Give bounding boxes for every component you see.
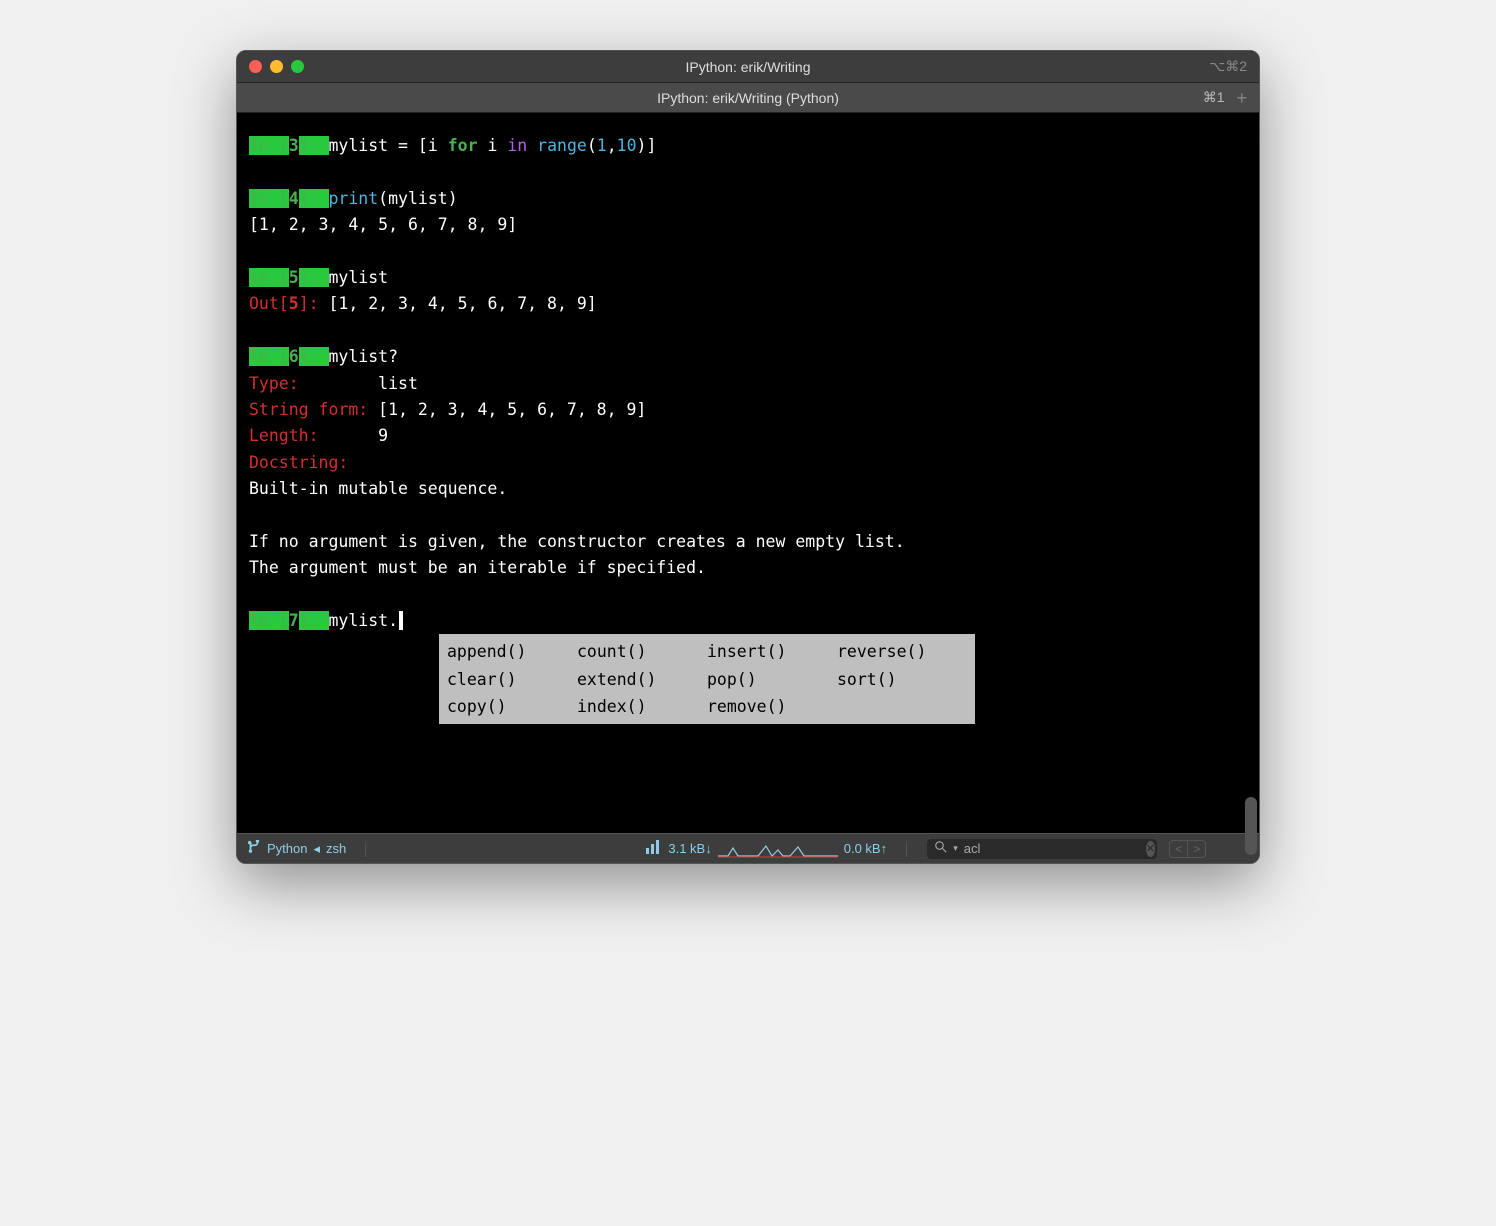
- tabbar: IPython: erik/Writing (Python) ⌘1 +: [237, 83, 1259, 113]
- minimize-button[interactable]: [270, 60, 283, 73]
- network-stats: 3.1 kB↓ 0.0 kB↑: [646, 840, 887, 858]
- window-title: IPython: erik/Writing: [237, 59, 1259, 75]
- output-4: [1, 2, 3, 4, 5, 6, 7, 8, 9]: [249, 212, 1247, 238]
- titlebar[interactable]: IPython: erik/Writing ⌥⌘2: [237, 51, 1259, 83]
- completion-item[interactable]: pop(): [707, 666, 837, 693]
- tab-label[interactable]: IPython: erik/Writing (Python): [237, 90, 1259, 106]
- completion-item[interactable]: copy(): [447, 693, 577, 720]
- window-shortcut: ⌥⌘2: [1209, 58, 1247, 75]
- search-prev-button[interactable]: <: [1170, 841, 1188, 857]
- traffic-lights: [249, 60, 304, 73]
- branch-icon: [247, 840, 261, 857]
- divider: │: [903, 841, 911, 856]
- clear-search-button[interactable]: ✕: [1146, 841, 1155, 857]
- completion-item[interactable]: append(): [447, 638, 577, 665]
- terminal-window: IPython: erik/Writing ⌥⌘2 IPython: erik/…: [236, 50, 1260, 864]
- completion-item[interactable]: index(): [577, 693, 707, 720]
- new-tab-button[interactable]: +: [1236, 89, 1247, 107]
- completion-item[interactable]: reverse(): [837, 638, 967, 665]
- scrollbar[interactable]: [1245, 797, 1257, 855]
- search-bar[interactable]: ▾ ✕: [927, 839, 1157, 859]
- search-input[interactable]: [964, 841, 1140, 856]
- search-icon: [935, 841, 947, 856]
- close-button[interactable]: [249, 60, 262, 73]
- statusbar: Python ◂ zsh │ 3.1 kB↓ 0.0 kB↑ │ ▾: [237, 833, 1259, 863]
- prompt-close: ]:: [299, 136, 329, 155]
- prompt-in: In [: [249, 136, 289, 155]
- completion-item[interactable]: extend(): [577, 666, 707, 693]
- status-shell[interactable]: Python ◂ zsh: [247, 840, 346, 857]
- completion-item[interactable]: sort(): [837, 666, 967, 693]
- completion-item[interactable]: count(): [577, 638, 707, 665]
- divider: │: [362, 841, 370, 856]
- completion-item[interactable]: clear(): [447, 666, 577, 693]
- prompt-num: 3: [289, 136, 299, 155]
- completion-item[interactable]: remove(): [707, 693, 837, 720]
- search-dropdown-icon[interactable]: ▾: [953, 843, 958, 854]
- zoom-button[interactable]: [291, 60, 304, 73]
- search-next-button[interactable]: >: [1188, 841, 1205, 857]
- terminal-content[interactable]: In [3]: mylist = [i for i in range(1,10)…: [237, 113, 1259, 833]
- network-icon: [646, 840, 662, 857]
- tab-shortcut: ⌘1: [1203, 89, 1225, 106]
- sparkline: [718, 840, 838, 858]
- completion-item[interactable]: [837, 693, 967, 720]
- completion-item[interactable]: insert(): [707, 638, 837, 665]
- search-nav: < >: [1169, 840, 1206, 858]
- completion-popup[interactable]: append() count() insert() reverse() clea…: [439, 634, 975, 724]
- cursor: [399, 611, 403, 630]
